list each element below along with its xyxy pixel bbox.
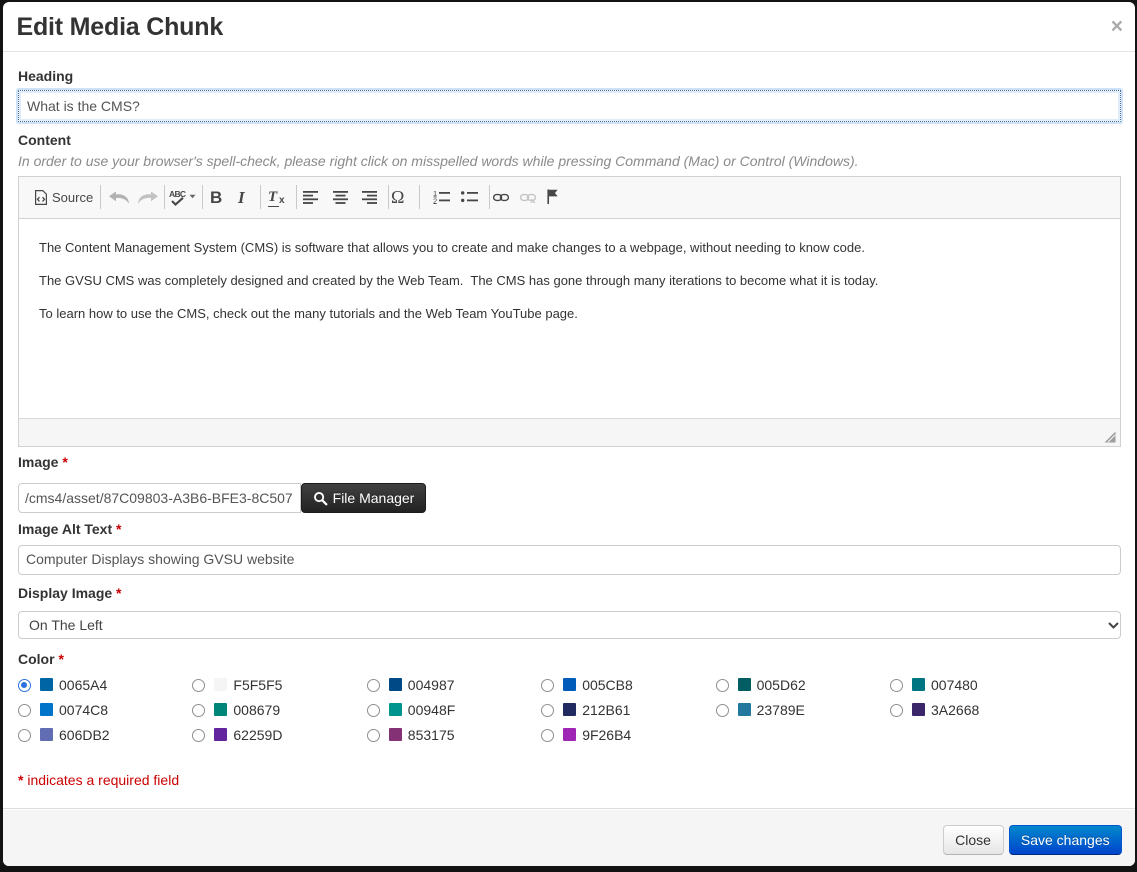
- svg-text:2: 2: [433, 197, 437, 205]
